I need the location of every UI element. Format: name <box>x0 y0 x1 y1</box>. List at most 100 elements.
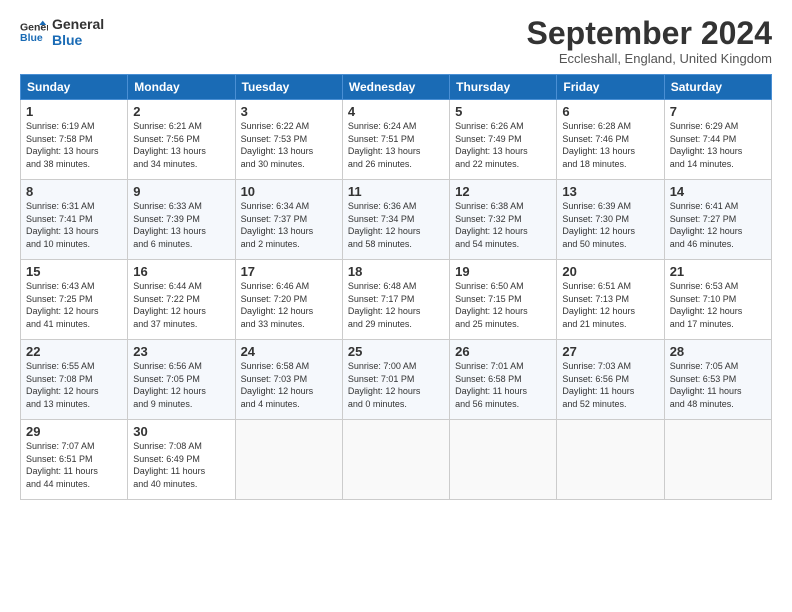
day-info: Sunrise: 6:58 AMSunset: 7:03 PMDaylight:… <box>241 360 337 410</box>
day-info: Sunrise: 6:22 AMSunset: 7:53 PMDaylight:… <box>241 120 337 170</box>
col-wednesday: Wednesday <box>342 75 449 100</box>
table-row: 17Sunrise: 6:46 AMSunset: 7:20 PMDayligh… <box>235 260 342 340</box>
day-info: Sunrise: 6:36 AMSunset: 7:34 PMDaylight:… <box>348 200 444 250</box>
day-number: 21 <box>670 264 766 279</box>
day-info: Sunrise: 6:43 AMSunset: 7:25 PMDaylight:… <box>26 280 122 330</box>
calendar-week-4: 22Sunrise: 6:55 AMSunset: 7:08 PMDayligh… <box>21 340 772 420</box>
table-row: 7Sunrise: 6:29 AMSunset: 7:44 PMDaylight… <box>664 100 771 180</box>
table-row: 15Sunrise: 6:43 AMSunset: 7:25 PMDayligh… <box>21 260 128 340</box>
day-number: 14 <box>670 184 766 199</box>
table-row: 2Sunrise: 6:21 AMSunset: 7:56 PMDaylight… <box>128 100 235 180</box>
table-row: 10Sunrise: 6:34 AMSunset: 7:37 PMDayligh… <box>235 180 342 260</box>
day-info: Sunrise: 6:26 AMSunset: 7:49 PMDaylight:… <box>455 120 551 170</box>
table-row: 28Sunrise: 7:05 AMSunset: 6:53 PMDayligh… <box>664 340 771 420</box>
table-row: 23Sunrise: 6:56 AMSunset: 7:05 PMDayligh… <box>128 340 235 420</box>
day-number: 26 <box>455 344 551 359</box>
table-row: 22Sunrise: 6:55 AMSunset: 7:08 PMDayligh… <box>21 340 128 420</box>
table-row: 6Sunrise: 6:28 AMSunset: 7:46 PMDaylight… <box>557 100 664 180</box>
calendar-week-3: 15Sunrise: 6:43 AMSunset: 7:25 PMDayligh… <box>21 260 772 340</box>
day-info: Sunrise: 6:41 AMSunset: 7:27 PMDaylight:… <box>670 200 766 250</box>
day-info: Sunrise: 6:28 AMSunset: 7:46 PMDaylight:… <box>562 120 658 170</box>
col-monday: Monday <box>128 75 235 100</box>
day-info: Sunrise: 6:24 AMSunset: 7:51 PMDaylight:… <box>348 120 444 170</box>
day-info: Sunrise: 6:29 AMSunset: 7:44 PMDaylight:… <box>670 120 766 170</box>
table-row <box>450 420 557 500</box>
table-row <box>557 420 664 500</box>
table-row: 26Sunrise: 7:01 AMSunset: 6:58 PMDayligh… <box>450 340 557 420</box>
table-row: 16Sunrise: 6:44 AMSunset: 7:22 PMDayligh… <box>128 260 235 340</box>
logo-blue: Blue <box>52 32 104 48</box>
table-row: 20Sunrise: 6:51 AMSunset: 7:13 PMDayligh… <box>557 260 664 340</box>
day-number: 12 <box>455 184 551 199</box>
day-number: 23 <box>133 344 229 359</box>
col-sunday: Sunday <box>21 75 128 100</box>
table-row: 13Sunrise: 6:39 AMSunset: 7:30 PMDayligh… <box>557 180 664 260</box>
day-number: 1 <box>26 104 122 119</box>
table-row: 14Sunrise: 6:41 AMSunset: 7:27 PMDayligh… <box>664 180 771 260</box>
day-info: Sunrise: 6:56 AMSunset: 7:05 PMDaylight:… <box>133 360 229 410</box>
day-number: 16 <box>133 264 229 279</box>
day-info: Sunrise: 6:48 AMSunset: 7:17 PMDaylight:… <box>348 280 444 330</box>
day-number: 3 <box>241 104 337 119</box>
location: Eccleshall, England, United Kingdom <box>527 51 772 66</box>
day-info: Sunrise: 6:51 AMSunset: 7:13 PMDaylight:… <box>562 280 658 330</box>
logo-general: General <box>52 16 104 32</box>
table-row <box>235 420 342 500</box>
col-thursday: Thursday <box>450 75 557 100</box>
table-row: 21Sunrise: 6:53 AMSunset: 7:10 PMDayligh… <box>664 260 771 340</box>
day-info: Sunrise: 6:46 AMSunset: 7:20 PMDaylight:… <box>241 280 337 330</box>
day-number: 8 <box>26 184 122 199</box>
table-row: 1Sunrise: 6:19 AMSunset: 7:58 PMDaylight… <box>21 100 128 180</box>
day-number: 22 <box>26 344 122 359</box>
table-row: 24Sunrise: 6:58 AMSunset: 7:03 PMDayligh… <box>235 340 342 420</box>
day-number: 13 <box>562 184 658 199</box>
day-info: Sunrise: 7:07 AMSunset: 6:51 PMDaylight:… <box>26 440 122 490</box>
day-number: 5 <box>455 104 551 119</box>
day-number: 28 <box>670 344 766 359</box>
table-row: 3Sunrise: 6:22 AMSunset: 7:53 PMDaylight… <box>235 100 342 180</box>
day-info: Sunrise: 6:55 AMSunset: 7:08 PMDaylight:… <box>26 360 122 410</box>
day-info: Sunrise: 6:39 AMSunset: 7:30 PMDaylight:… <box>562 200 658 250</box>
table-row: 9Sunrise: 6:33 AMSunset: 7:39 PMDaylight… <box>128 180 235 260</box>
day-info: Sunrise: 7:00 AMSunset: 7:01 PMDaylight:… <box>348 360 444 410</box>
calendar-week-2: 8Sunrise: 6:31 AMSunset: 7:41 PMDaylight… <box>21 180 772 260</box>
month-title: September 2024 <box>527 16 772 51</box>
table-row: 5Sunrise: 6:26 AMSunset: 7:49 PMDaylight… <box>450 100 557 180</box>
table-row <box>342 420 449 500</box>
col-friday: Friday <box>557 75 664 100</box>
calendar-table: Sunday Monday Tuesday Wednesday Thursday… <box>20 74 772 500</box>
day-number: 15 <box>26 264 122 279</box>
day-info: Sunrise: 6:53 AMSunset: 7:10 PMDaylight:… <box>670 280 766 330</box>
title-area: September 2024 Eccleshall, England, Unit… <box>527 16 772 66</box>
day-number: 10 <box>241 184 337 199</box>
day-number: 20 <box>562 264 658 279</box>
table-row: 25Sunrise: 7:00 AMSunset: 7:01 PMDayligh… <box>342 340 449 420</box>
day-number: 27 <box>562 344 658 359</box>
svg-text:Blue: Blue <box>20 32 43 44</box>
logo-icon: General Blue <box>20 18 48 46</box>
day-number: 2 <box>133 104 229 119</box>
calendar-week-5: 29Sunrise: 7:07 AMSunset: 6:51 PMDayligh… <box>21 420 772 500</box>
table-row: 27Sunrise: 7:03 AMSunset: 6:56 PMDayligh… <box>557 340 664 420</box>
day-info: Sunrise: 7:05 AMSunset: 6:53 PMDaylight:… <box>670 360 766 410</box>
col-saturday: Saturday <box>664 75 771 100</box>
day-number: 29 <box>26 424 122 439</box>
table-row: 29Sunrise: 7:07 AMSunset: 6:51 PMDayligh… <box>21 420 128 500</box>
day-info: Sunrise: 6:38 AMSunset: 7:32 PMDaylight:… <box>455 200 551 250</box>
day-number: 18 <box>348 264 444 279</box>
day-info: Sunrise: 6:31 AMSunset: 7:41 PMDaylight:… <box>26 200 122 250</box>
day-number: 7 <box>670 104 766 119</box>
day-number: 11 <box>348 184 444 199</box>
day-number: 19 <box>455 264 551 279</box>
day-number: 24 <box>241 344 337 359</box>
table-row: 12Sunrise: 6:38 AMSunset: 7:32 PMDayligh… <box>450 180 557 260</box>
day-number: 30 <box>133 424 229 439</box>
table-row: 30Sunrise: 7:08 AMSunset: 6:49 PMDayligh… <box>128 420 235 500</box>
table-row: 19Sunrise: 6:50 AMSunset: 7:15 PMDayligh… <box>450 260 557 340</box>
day-info: Sunrise: 7:01 AMSunset: 6:58 PMDaylight:… <box>455 360 551 410</box>
day-info: Sunrise: 6:34 AMSunset: 7:37 PMDaylight:… <box>241 200 337 250</box>
logo: General Blue General Blue <box>20 16 104 48</box>
table-row: 18Sunrise: 6:48 AMSunset: 7:17 PMDayligh… <box>342 260 449 340</box>
day-number: 25 <box>348 344 444 359</box>
day-info: Sunrise: 6:21 AMSunset: 7:56 PMDaylight:… <box>133 120 229 170</box>
